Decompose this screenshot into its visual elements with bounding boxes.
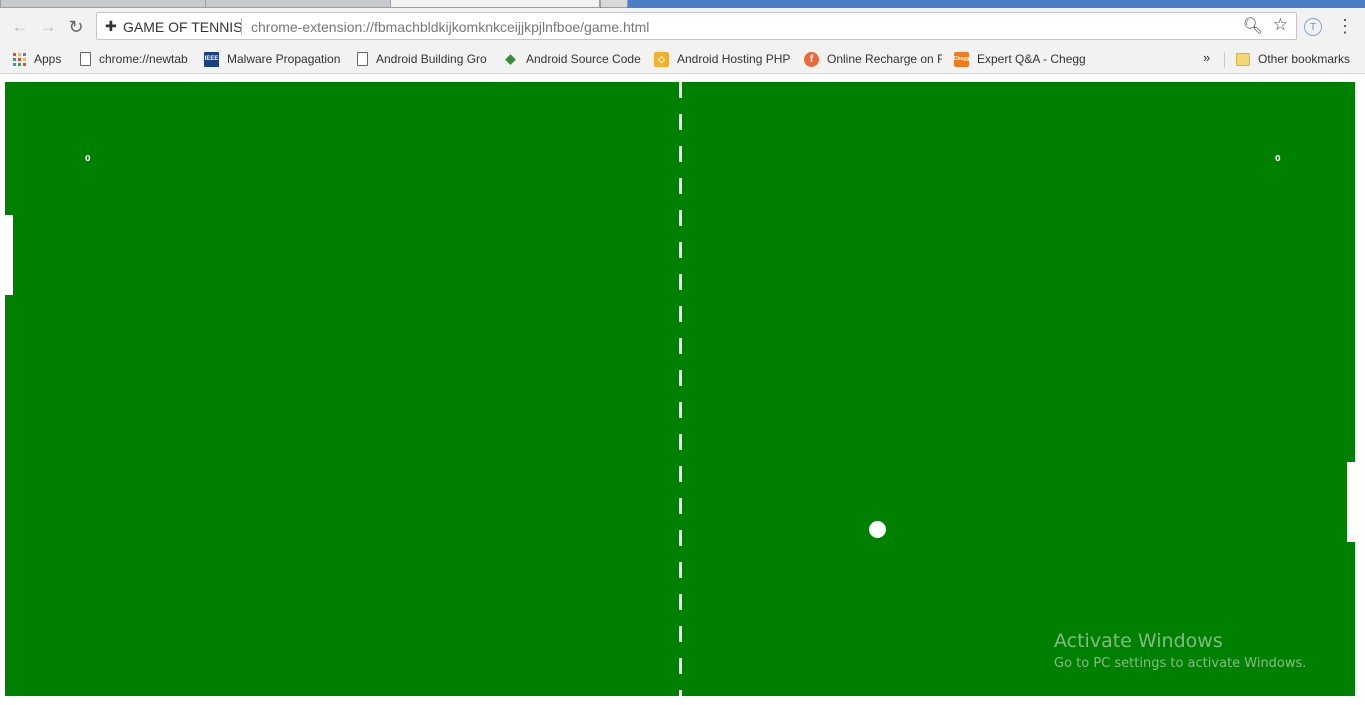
bookmark-android-building[interactable]: Android Building Gro [355, 50, 491, 68]
folder-icon [1236, 52, 1250, 66]
browser-tab[interactable] [0, 0, 215, 8]
hosting-icon: ◇ [654, 51, 669, 67]
ieee-icon: IEEE [204, 51, 219, 67]
chegg-icon: Chegg [954, 51, 969, 67]
page-icon [80, 52, 91, 66]
browser-toolbar: ← → ↻ ✚ GAME OF TENNIS chrome-extension:… [0, 8, 1365, 44]
back-button[interactable]: ← [9, 16, 31, 38]
bookmark-online-recharge[interactable]: f Online Recharge on F [804, 50, 942, 68]
bookmarks-bar: Apps chrome://newtab IEEE Malware Propag… [0, 44, 1365, 74]
bookmark-chegg[interactable]: Chegg Expert Q&A - Chegg [954, 50, 1094, 68]
recharge-icon: f [804, 51, 819, 67]
address-bar[interactable]: ✚ GAME OF TENNIS chrome-extension://fbma… [96, 12, 1297, 40]
extension-t-icon[interactable]: T [1304, 18, 1322, 36]
reload-button[interactable]: ↻ [65, 16, 87, 38]
bookmark-android-hosting[interactable]: ◇ Android Hosting PHP [654, 50, 792, 68]
reload-icon: ↻ [68, 16, 84, 37]
bookmarks-divider [1224, 52, 1225, 68]
back-arrow-icon: ← [11, 17, 29, 36]
omnibox-divider [241, 18, 242, 35]
browser-tab[interactable] [205, 0, 395, 8]
site-name: GAME OF TENNIS [123, 19, 243, 35]
kebab-menu-icon[interactable]: ⋮ [1336, 17, 1354, 35]
center-net-line [679, 82, 682, 696]
watermark-title: Activate Windows [1054, 630, 1223, 652]
new-tab-button[interactable] [600, 0, 628, 8]
url-text[interactable]: chrome-extension://fbmachbldkijkomknkcei… [251, 19, 649, 35]
puzzle-piece-icon: ✚ [105, 18, 117, 34]
watermark-subtitle: Go to PC settings to activate Windows. [1054, 656, 1307, 671]
bookmark-star-icon[interactable]: ☆ [1273, 15, 1288, 35]
left-player-score: 0 [85, 154, 91, 163]
zoom-icon[interactable]: 🔍︎ [1243, 16, 1263, 36]
bookmark-android-source-code[interactable]: ◆ Android Source Code [503, 50, 641, 68]
left-paddle[interactable] [5, 215, 13, 295]
bookmarks-overflow-chevron-icon[interactable]: » [1203, 50, 1210, 65]
tab-strip [0, 0, 1365, 8]
tennis-court[interactable]: 0 0 [5, 82, 1355, 696]
ball [869, 521, 886, 538]
forward-arrow-icon: → [39, 17, 57, 36]
bookmark-newtab[interactable]: chrome://newtab [78, 50, 194, 68]
apps-grid-icon [13, 52, 26, 66]
bookmark-malware-propagation[interactable]: IEEE Malware Propagation [204, 50, 342, 68]
right-paddle [1347, 462, 1355, 542]
activate-windows-watermark: Activate Windows Go to PC settings to ac… [1054, 630, 1306, 674]
page-icon [357, 52, 368, 66]
bookmark-apps[interactable]: Apps [13, 50, 73, 68]
right-player-score: 0 [1275, 154, 1281, 163]
other-bookmarks[interactable]: Other bookmarks [1236, 50, 1358, 68]
forward-button[interactable]: → [37, 16, 59, 38]
game-page: 0 0 [0, 75, 1365, 705]
android-icon: ◆ [505, 51, 516, 66]
active-browser-tab[interactable] [390, 0, 600, 8]
